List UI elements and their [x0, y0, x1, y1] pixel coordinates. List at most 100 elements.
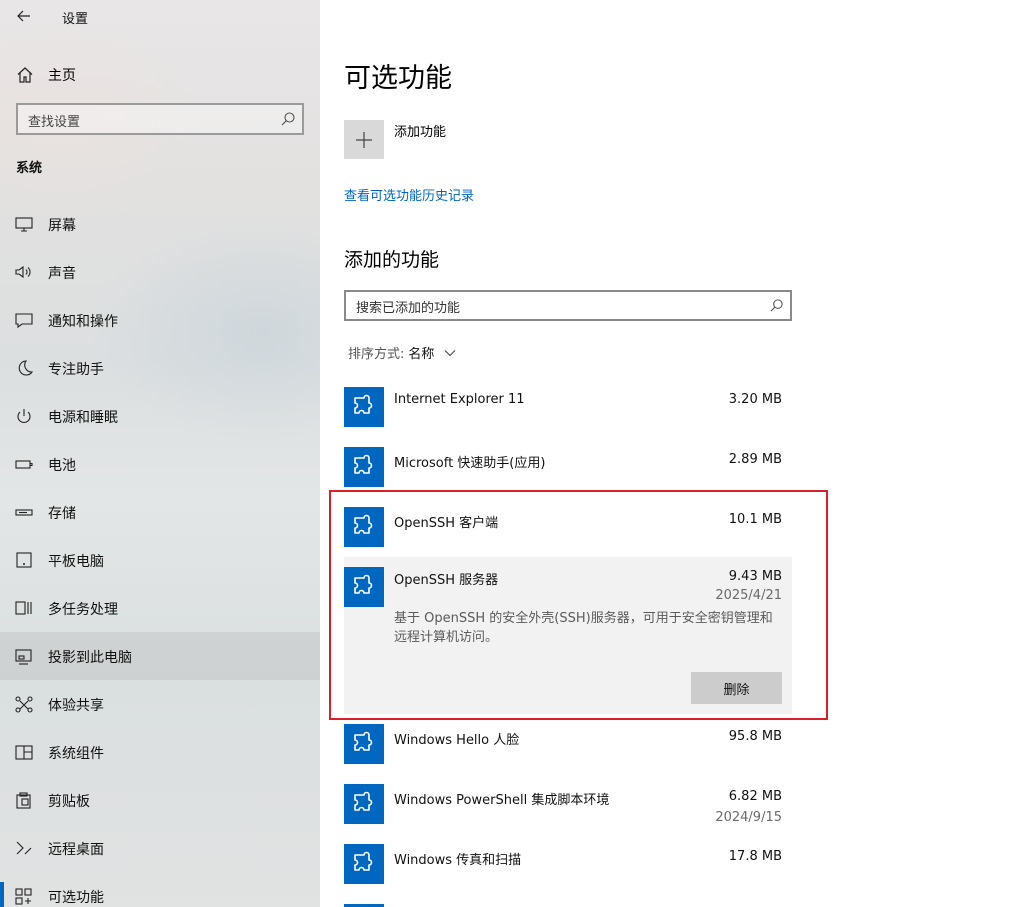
- added-features-title: 添加的功能: [344, 249, 440, 271]
- sidebar-item-label: 屏幕: [48, 218, 76, 234]
- search-icon: [770, 299, 783, 312]
- sidebar-item-label: 体验共享: [48, 698, 104, 714]
- sort-label: 排序方式:: [348, 347, 405, 362]
- tablet-icon: [16, 552, 32, 568]
- feature-item[interactable]: Windows Hello 人脸 95.8 MB: [344, 724, 792, 768]
- section-label: 系统: [16, 161, 43, 176]
- sidebar-item[interactable]: 可选功能: [0, 872, 320, 907]
- sidebar-item-label: 电源和睡眠: [48, 410, 118, 426]
- multitask-icon: [15, 601, 32, 615]
- home-icon: [17, 67, 33, 83]
- settings-search-input[interactable]: 查找设置: [16, 103, 304, 135]
- sidebar-item[interactable]: 平板电脑: [0, 536, 320, 584]
- home-nav-item[interactable]: 主页: [0, 56, 320, 92]
- sidebar-item-label: 专注助手: [48, 362, 104, 378]
- remote-icon: [16, 841, 32, 855]
- home-label: 主页: [48, 68, 76, 84]
- puzzle-icon: [344, 844, 384, 884]
- sidebar-item-label: 远程桌面: [48, 842, 104, 858]
- feature-size: 95.8 MB: [728, 729, 782, 744]
- monitor-icon: [15, 217, 33, 232]
- added-features-search-input[interactable]: 搜索已添加的功能: [344, 290, 792, 321]
- moon-icon: [18, 360, 34, 376]
- puzzle-icon: [344, 724, 384, 764]
- feature-item[interactable]: Microsoft 快速助手(应用) 2.89 MB: [344, 447, 792, 491]
- sidebar-item[interactable]: 电源和睡眠: [0, 392, 320, 440]
- battery-icon: [15, 460, 33, 469]
- feature-name: Windows 传真和扫描: [394, 853, 522, 868]
- back-button[interactable]: [8, 2, 40, 30]
- feature-description: 基于 OpenSSH 的安全外壳(SSH)服务器，可用于安全密钥管理和远程计算机…: [394, 611, 773, 645]
- feature-name: Windows Hello 人脸: [394, 733, 520, 748]
- sort-dropdown[interactable]: 排序方式: 名称: [348, 343, 456, 362]
- sidebar-item-label: 剪贴板: [48, 794, 90, 810]
- sidebar-item[interactable]: 远程桌面: [0, 824, 320, 872]
- projector-icon: [15, 649, 32, 665]
- sidebar-item[interactable]: 专注助手: [0, 344, 320, 392]
- feature-item[interactable]: Windows 传真和扫描 17.8 MB: [344, 844, 792, 888]
- puzzle-icon: [344, 784, 384, 824]
- settings-search-placeholder: 查找设置: [28, 115, 81, 130]
- sidebar-item-label: 电池: [48, 458, 76, 474]
- feature-size: 2.89 MB: [728, 452, 782, 467]
- plus-icon: [356, 131, 372, 148]
- clipboard-icon: [16, 792, 31, 809]
- sidebar-item-label: 多任务处理: [48, 602, 118, 618]
- sidebar-item[interactable]: 体验共享: [0, 680, 320, 728]
- sidebar-item[interactable]: 通知和操作: [0, 296, 320, 344]
- sidebar-item-label: 平板电脑: [48, 554, 104, 570]
- page-title: 可选功能: [344, 63, 452, 94]
- notification-icon: [15, 313, 33, 329]
- feature-date: 2025/4/21: [715, 588, 782, 603]
- feature-name: OpenSSH 客户端: [394, 516, 499, 531]
- feature-item[interactable]: Internet Explorer 11 3.20 MB: [344, 387, 792, 431]
- feature-name: OpenSSH 服务器: [394, 573, 499, 588]
- sort-value: 名称: [408, 347, 435, 362]
- feature-name: Microsoft 快速助手(应用): [394, 456, 546, 471]
- sidebar-item[interactable]: 投影到此电脑: [0, 632, 320, 680]
- storage-icon: [15, 509, 33, 516]
- add-feature-button[interactable]: [344, 120, 384, 159]
- sidebar-item[interactable]: 剪贴板: [0, 776, 320, 824]
- back-arrow-icon: [17, 10, 30, 22]
- sidebar-item[interactable]: 多任务处理: [0, 584, 320, 632]
- feature-size: 17.8 MB: [728, 849, 782, 864]
- sidebar-item-label: 存储: [48, 506, 76, 522]
- title-bar: 设置: [0, 0, 320, 32]
- chevron-down-icon: [445, 349, 456, 356]
- optional-features-icon: [15, 888, 32, 905]
- sidebar-item[interactable]: 屏幕: [0, 200, 320, 248]
- window-title: 设置: [62, 12, 89, 27]
- feature-size: 6.82 MB: [728, 789, 782, 804]
- puzzle-icon: [344, 507, 384, 547]
- power-icon: [17, 409, 31, 423]
- feature-name: Internet Explorer 11: [394, 392, 525, 407]
- search-icon: [281, 112, 295, 126]
- sidebar-item-label: 通知和操作: [48, 314, 118, 330]
- add-feature-label[interactable]: 添加功能: [394, 121, 446, 140]
- feature-item-expanded[interactable]: OpenSSH 服务器 9.43 MB 2025/4/21 基于 OpenSSH…: [344, 557, 792, 714]
- feature-size: 10.1 MB: [728, 512, 782, 527]
- sidebar: 设置 主页 查找设置 系统 屏幕声音通知和操作专注助手电源和睡眠电池存储平板电脑…: [0, 0, 320, 907]
- sidebar-item-label: 投影到此电脑: [48, 650, 132, 666]
- feature-item[interactable]: OpenSSH 客户端 10.1 MB: [344, 507, 792, 551]
- remove-button[interactable]: 删除: [691, 672, 782, 704]
- history-link[interactable]: 查看可选功能历史记录: [344, 185, 474, 204]
- feature-date: 2024/9/15: [715, 810, 782, 825]
- sidebar-item[interactable]: 存储: [0, 488, 320, 536]
- sidebar-item[interactable]: 系统组件: [0, 728, 320, 776]
- sidebar-item-label: 声音: [48, 266, 76, 282]
- speaker-icon: [15, 265, 31, 279]
- sidebar-item[interactable]: 电池: [0, 440, 320, 488]
- feature-name: Windows PowerShell 集成脚本环境: [394, 793, 610, 808]
- sidebar-item[interactable]: 声音: [0, 248, 320, 296]
- sidebar-item-label: 可选功能: [48, 890, 104, 906]
- components-icon: [15, 745, 33, 760]
- feature-size: 9.43 MB: [728, 569, 782, 584]
- puzzle-icon: [344, 567, 384, 607]
- main-content: 可选功能 添加功能 查看可选功能历史记录 添加的功能 搜索已添加的功能 排序方式…: [320, 0, 1018, 907]
- feature-item[interactable]: Windows PowerShell 集成脚本环境 6.82 MB 2024/9/1…: [344, 784, 792, 828]
- sidebar-item-label: 系统组件: [48, 746, 104, 762]
- added-features-search-placeholder: 搜索已添加的功能: [356, 301, 461, 316]
- puzzle-icon: [344, 447, 384, 487]
